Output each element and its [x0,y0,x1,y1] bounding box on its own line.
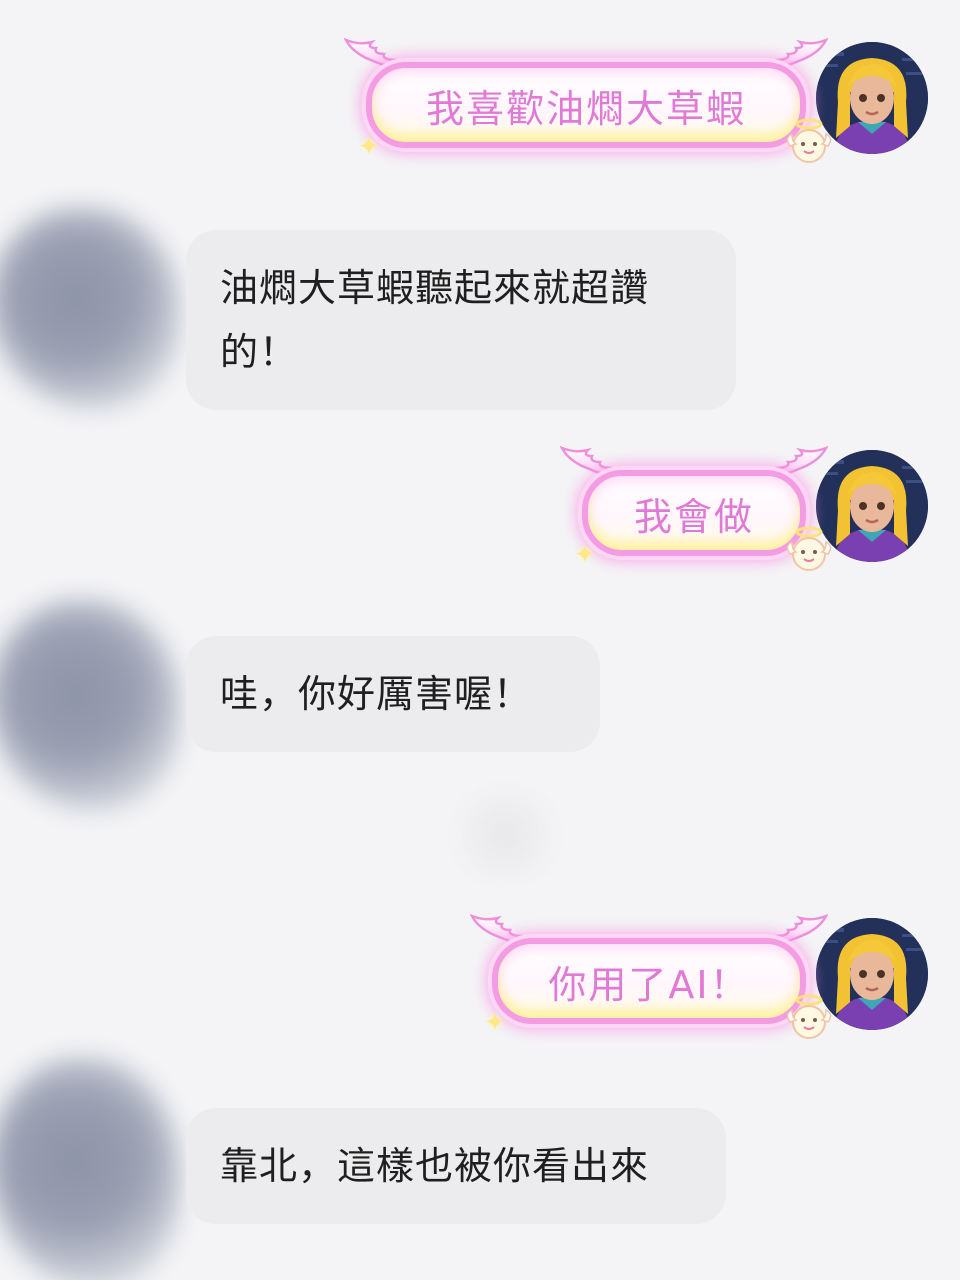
message-text: 我會做 [634,494,755,539]
message-sent[interactable]: 你用了AI！ ✦ [492,938,928,1030]
message-text: 哇，你好厲害喔！ [220,672,533,716]
message-text: 靠北，這樣也被你看出來 [220,1144,650,1188]
chat-thread: 我喜歡油燜大草蝦 ✦ 油燜大草蝦聽起來就超讚的！ 我會做 ✦ 哇，你好厲害喔！ [0,0,960,1280]
sent-bubble[interactable]: 我會做 [582,470,806,556]
sent-bubble-container: 你用了AI！ ✦ [492,938,806,1024]
sent-bubble-container: 我會做 ✦ [582,470,806,556]
message-sent[interactable]: 我喜歡油燜大草蝦 ✦ [366,62,928,154]
angel-mascot-icon [782,524,836,578]
blurred-avatar[interactable] [0,1058,180,1280]
angel-mascot-icon [782,992,836,1046]
sparkle-icon: ✦ [358,132,380,162]
message-sent[interactable]: 我會做 ✦ [582,470,928,562]
message-text: 油燜大草蝦聽起來就超讚的！ [220,266,650,374]
message-text: 我喜歡油燜大草蝦 [426,86,747,131]
blur-smudge [440,790,570,880]
sparkle-icon: ✦ [574,540,596,570]
sent-bubble-container: 我喜歡油燜大草蝦 ✦ [366,62,806,148]
angel-mascot-icon [782,116,836,170]
received-bubble[interactable]: 靠北，這樣也被你看出來 [186,1108,726,1224]
received-bubble[interactable]: 哇，你好厲害喔！ [186,636,600,752]
received-bubble[interactable]: 油燜大草蝦聽起來就超讚的！ [186,230,736,410]
sent-bubble[interactable]: 我喜歡油燜大草蝦 [366,62,806,148]
blurred-avatar[interactable] [0,208,180,408]
sparkle-icon: ✦ [484,1008,506,1038]
blurred-avatar[interactable] [0,600,180,810]
message-text: 你用了AI！ [548,962,750,1007]
sent-bubble[interactable]: 你用了AI！ [492,938,806,1024]
